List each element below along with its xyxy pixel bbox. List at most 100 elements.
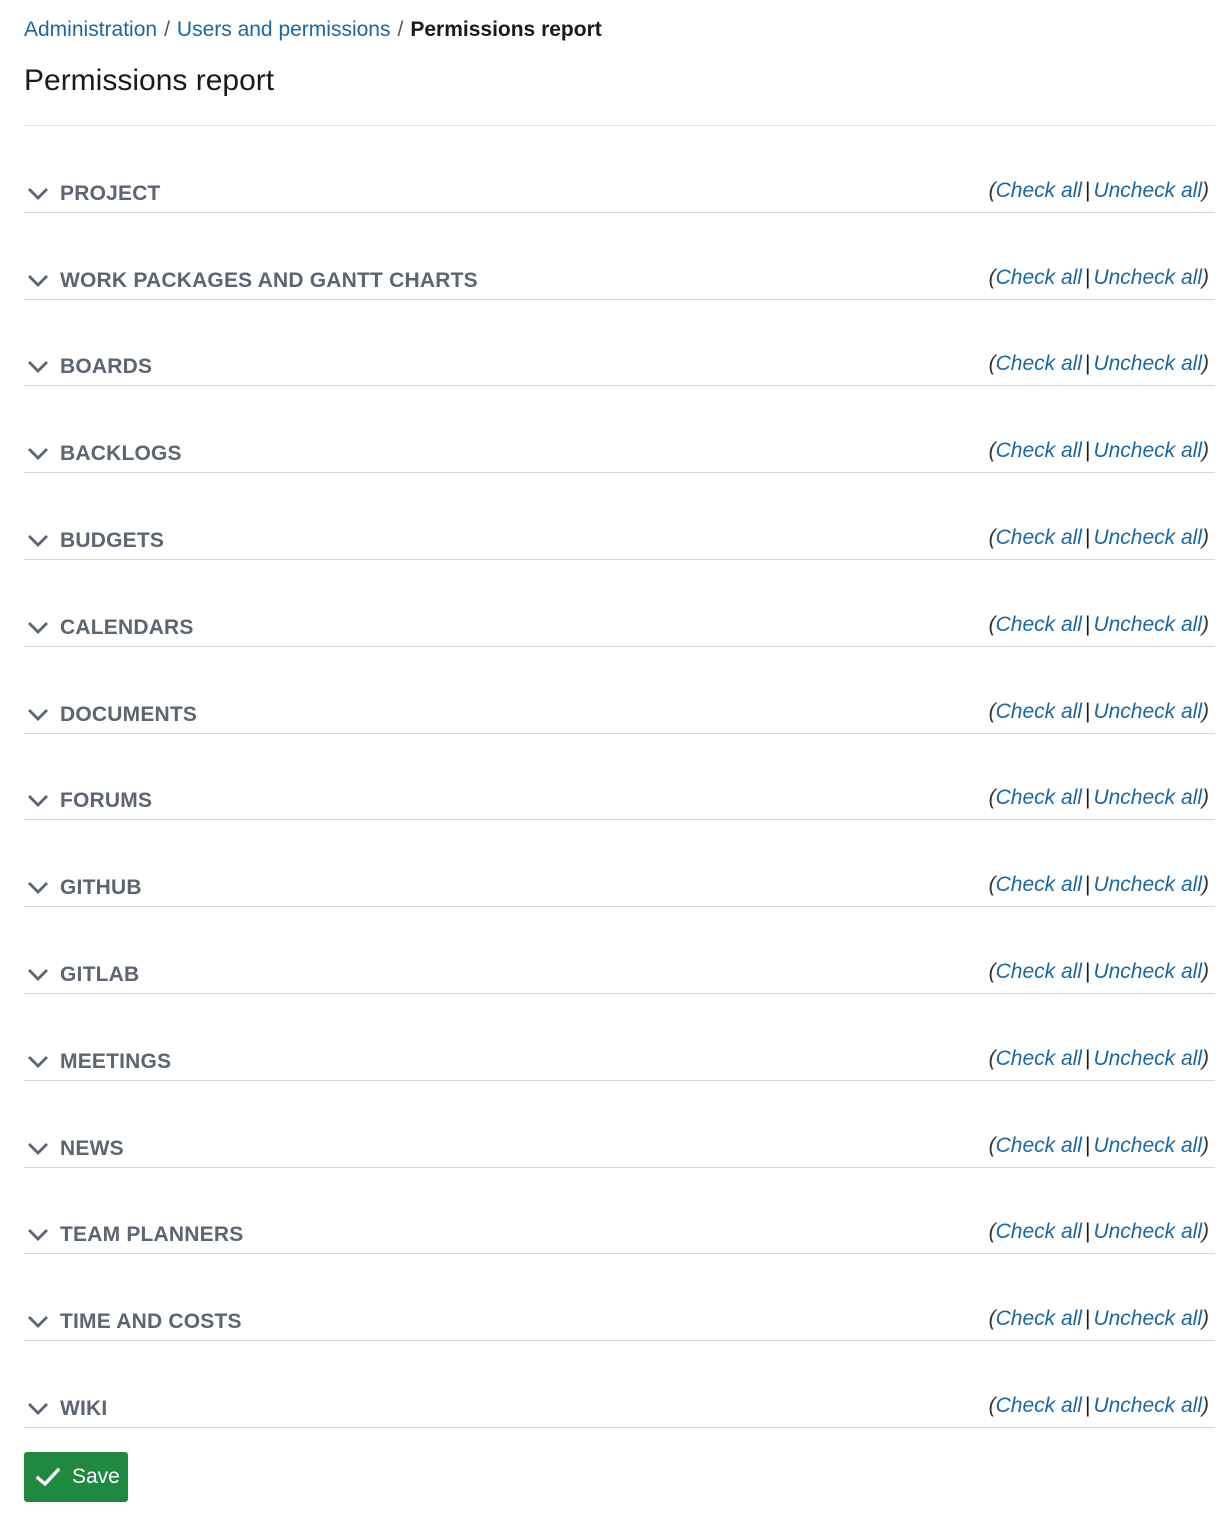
chevron-down-icon [28,1312,56,1332]
section-toggle-boards[interactable]: BOARDS [24,353,152,381]
close-paren: ) [1202,265,1209,289]
uncheck-all-link[interactable]: Uncheck all [1093,439,1202,462]
section-toggle-news[interactable]: NEWS [24,1135,124,1163]
chevron-down-icon [28,1139,56,1159]
section-toggle-budgets[interactable]: BUDGETS [24,527,164,555]
check-all-link[interactable]: Check all [996,613,1082,636]
open-paren: ( [988,699,996,723]
section-label: MEETINGS [60,1049,172,1073]
uncheck-all-link[interactable]: Uncheck all [1093,266,1202,289]
actions-separator: | [1084,786,1091,810]
uncheck-all-link[interactable]: Uncheck all [1093,1134,1202,1157]
section-header: WIKI (Check all | Uncheck all) [24,1388,1215,1428]
close-paren: ) [1202,1307,1209,1331]
section-header: GITLAB (Check all | Uncheck all) [24,954,1215,994]
section-header: TEAM PLANNERS (Check all | Uncheck all) [24,1214,1215,1255]
section-actions: (Check all | Uncheck all) [989,524,1209,552]
uncheck-all-link[interactable]: Uncheck all [1093,352,1202,375]
check-all-link[interactable]: Check all [996,179,1082,202]
section-actions: (Check all | Uncheck all) [989,350,1209,378]
uncheck-all-link[interactable]: Uncheck all [1093,179,1202,202]
section-toggle-meetings[interactable]: MEETINGS [24,1048,171,1076]
uncheck-all-link[interactable]: Uncheck all [1093,873,1202,896]
section-header: FORUMS (Check all | Uncheck all) [24,780,1215,821]
check-all-link[interactable]: Check all [996,439,1082,462]
check-all-link[interactable]: Check all [996,352,1082,375]
close-paren: ) [1202,873,1209,897]
section-label: CALENDARS [60,615,194,639]
check-all-link[interactable]: Check all [996,786,1082,809]
chevron-down-icon [28,1052,56,1072]
save-button[interactable]: Save [24,1452,128,1502]
chevron-down-icon [28,705,56,725]
permission-section-github: GITHUB (Check all | Uncheck all) [24,820,1215,908]
check-all-link[interactable]: Check all [996,1307,1082,1330]
section-actions: (Check all | Uncheck all) [989,871,1209,899]
open-paren: ( [988,1133,996,1157]
uncheck-all-link[interactable]: Uncheck all [1093,613,1202,636]
section-label: NEWS [60,1136,124,1160]
section-toggle-time-and-costs[interactable]: TIME AND COSTS [24,1308,242,1336]
uncheck-all-link[interactable]: Uncheck all [1093,960,1202,983]
check-all-link[interactable]: Check all [996,960,1082,983]
section-toggle-calendars[interactable]: CALENDARS [24,614,194,642]
open-paren: ( [988,178,996,202]
section-toggle-team-planners[interactable]: TEAM PLANNERS [24,1221,243,1249]
close-paren: ) [1202,786,1209,810]
check-all-link[interactable]: Check all [996,1134,1082,1157]
section-label: FORUMS [60,789,153,813]
section-actions: (Check all | Uncheck all) [989,784,1209,812]
uncheck-all-link[interactable]: Uncheck all [1093,1394,1202,1417]
check-all-link[interactable]: Check all [996,526,1082,549]
section-label: BACKLOGS [60,442,182,466]
permission-sections: PROJECT (Check all | Uncheck all) WORK PAC… [24,126,1215,1428]
close-paren: ) [1202,178,1209,202]
open-paren: ( [988,352,996,376]
open-paren: ( [988,1046,996,1070]
uncheck-all-link[interactable]: Uncheck all [1093,1047,1202,1070]
open-paren: ( [988,873,996,897]
section-actions: (Check all | Uncheck all) [989,1392,1209,1420]
check-all-link[interactable]: Check all [996,1394,1082,1417]
check-all-link[interactable]: Check all [996,873,1082,896]
section-toggle-github[interactable]: GITHUB [24,874,142,902]
actions-separator: | [1084,1220,1091,1244]
permission-section-budgets: BUDGETS (Check all | Uncheck all) [24,473,1215,560]
actions-separator: | [1084,178,1091,202]
section-toggle-wiki[interactable]: WIKI [24,1395,107,1423]
open-paren: ( [988,959,996,983]
save-button-label: Save [72,1465,120,1488]
actions-separator: | [1084,352,1091,376]
check-all-link[interactable]: Check all [996,1220,1082,1243]
uncheck-all-link[interactable]: Uncheck all [1093,526,1202,549]
check-all-link[interactable]: Check all [996,700,1082,723]
section-toggle-gitlab[interactable]: GITLAB [24,961,139,989]
section-toggle-project[interactable]: PROJECT [24,180,161,208]
section-actions: (Check all | Uncheck all) [989,437,1209,465]
section-label: DOCUMENTS [60,702,198,726]
actions-separator: | [1084,1133,1091,1157]
permission-section-calendars: CALENDARS (Check all | Uncheck all) [24,560,1215,647]
uncheck-all-link[interactable]: Uncheck all [1093,786,1202,809]
section-toggle-work-packages-and-gantt-charts[interactable]: WORK PACKAGES AND GANTT CHARTS [24,267,478,295]
breadcrumb-link-users-and-permissions[interactable]: Users and permissions [177,18,391,41]
chevron-down-icon [28,357,56,377]
breadcrumb: Administration / Users and permissions / Per… [24,16,602,44]
open-paren: ( [988,786,996,810]
section-actions: (Check all | Uncheck all) [989,698,1209,726]
open-paren: ( [988,1307,996,1331]
close-paren: ) [1202,959,1209,983]
open-paren: ( [988,612,996,636]
check-all-link[interactable]: Check all [996,1047,1082,1070]
section-toggle-backlogs[interactable]: BACKLOGS [24,440,182,468]
open-paren: ( [988,1220,996,1244]
check-all-link[interactable]: Check all [996,266,1082,289]
uncheck-all-link[interactable]: Uncheck all [1093,1307,1202,1330]
section-toggle-documents[interactable]: DOCUMENTS [24,701,197,729]
open-paren: ( [988,525,996,549]
uncheck-all-link[interactable]: Uncheck all [1093,700,1202,723]
uncheck-all-link[interactable]: Uncheck all [1093,1220,1202,1243]
breadcrumb-link-administration[interactable]: Administration [24,18,157,41]
section-header: CALENDARS (Check all | Uncheck all) [24,607,1215,647]
section-toggle-forums[interactable]: FORUMS [24,787,152,815]
